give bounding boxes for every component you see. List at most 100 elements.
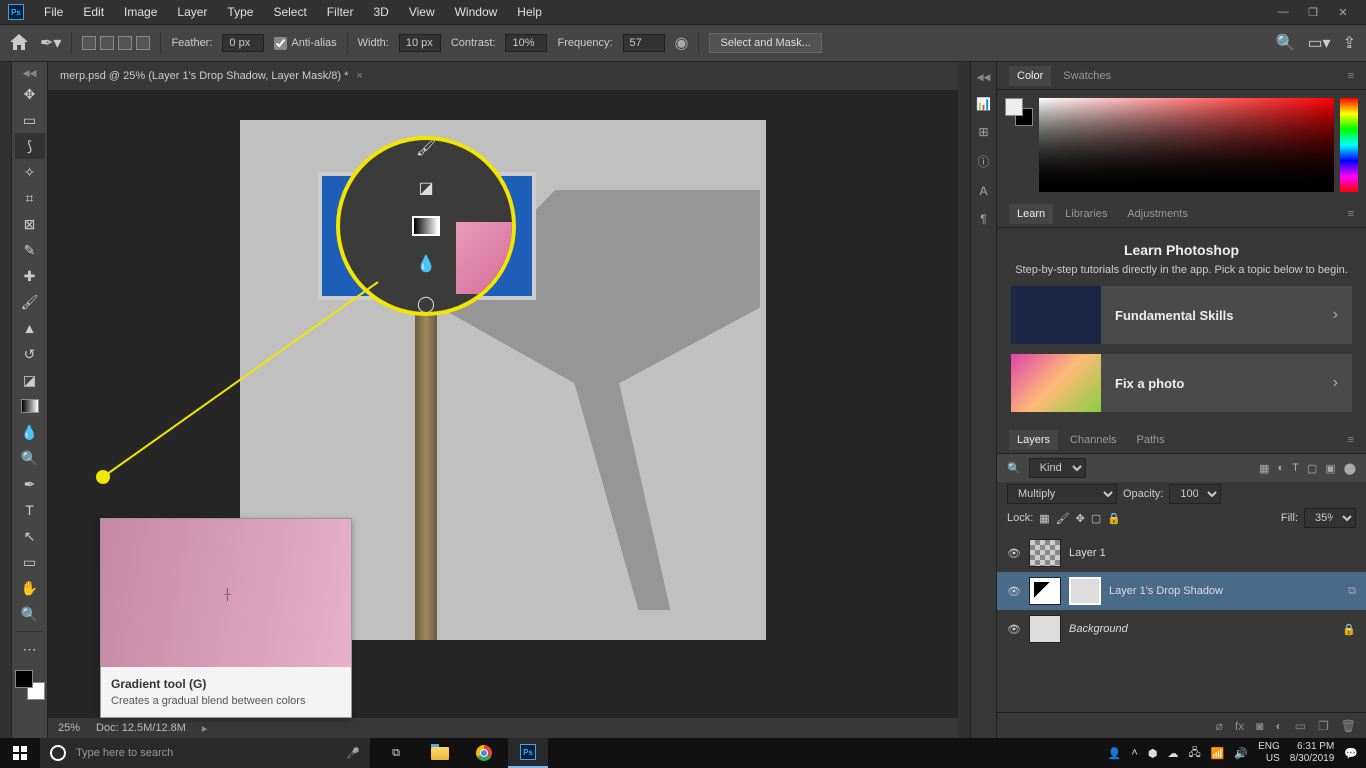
contrast-input[interactable]	[505, 34, 547, 52]
menu-edit[interactable]: Edit	[75, 3, 112, 21]
lock-pixels-icon[interactable]: 🖌	[1056, 512, 1070, 525]
canvas-area[interactable]: 🖌 ◪ 💧 ◯ -¦- Gradient tool (G) Creates a …	[48, 90, 958, 718]
filter-toggle-icon[interactable]: ⬤	[1344, 462, 1356, 475]
move-tool[interactable]: ✥	[15, 81, 45, 107]
tab-paths[interactable]: Paths	[1129, 430, 1173, 450]
window-minimize-button[interactable]: —	[1276, 5, 1290, 19]
group-icon[interactable]: ▭	[1295, 719, 1306, 733]
selection-subtract-icon[interactable]	[118, 36, 132, 50]
window-close-button[interactable]: ✕	[1336, 5, 1350, 19]
learn-item-fix-photo[interactable]: Fix a photo ›	[1011, 354, 1352, 412]
taskbar-search[interactable]: Type here to search 🎤	[40, 738, 370, 768]
tool-preset-icon[interactable]: ✒▾	[40, 33, 61, 53]
path-selection-tool[interactable]: ↖	[15, 523, 45, 549]
feather-input[interactable]	[222, 34, 264, 52]
selection-new-icon[interactable]	[82, 36, 96, 50]
layer-item[interactable]: 👁 Background 🔒	[997, 610, 1366, 648]
tray-app-icon[interactable]: ⬢	[1148, 747, 1158, 760]
zoom-level[interactable]: 25%	[58, 722, 80, 734]
filter-adjust-icon[interactable]: ◐	[1277, 462, 1284, 475]
magic-wand-tool[interactable]: ✧	[15, 159, 45, 185]
histogram-icon[interactable]: 📊	[976, 97, 991, 111]
doc-size[interactable]: Doc: 12.5M/12.8M	[96, 722, 186, 734]
dodge-tool[interactable]: 🔍	[15, 445, 45, 471]
pen-pressure-icon[interactable]: ◉	[675, 33, 689, 53]
brush-tool[interactable]: 🖌	[15, 289, 45, 315]
healing-brush-tool[interactable]: ✚	[15, 263, 45, 289]
frequency-input[interactable]	[623, 34, 665, 52]
menu-layer[interactable]: Layer	[169, 3, 215, 21]
eraser-tool[interactable]: ◪	[15, 367, 45, 393]
tab-adjustments[interactable]: Adjustments	[1119, 204, 1196, 224]
filter-pixel-icon[interactable]: ▦	[1259, 462, 1269, 475]
menu-type[interactable]: Type	[219, 3, 261, 21]
paragraph-icon[interactable]: ¶	[980, 212, 986, 226]
visibility-icon[interactable]: 👁	[1007, 585, 1021, 598]
file-explorer-button[interactable]	[420, 738, 460, 768]
link-icon[interactable]: ⧉	[1348, 585, 1356, 598]
selection-intersect-icon[interactable]	[136, 36, 150, 50]
blend-mode-select[interactable]: Multiply	[1007, 484, 1117, 504]
menu-image[interactable]: Image	[116, 3, 165, 21]
lasso-tool[interactable]: ⟆	[15, 133, 45, 159]
select-and-mask-button[interactable]: Select and Mask...	[709, 33, 822, 53]
filter-shape-icon[interactable]: ▢	[1307, 462, 1317, 475]
window-restore-button[interactable]: ❐	[1306, 5, 1320, 19]
gradient-tool[interactable]	[15, 393, 45, 419]
eyedropper-tool[interactable]: ✎	[15, 237, 45, 263]
opacity-select[interactable]: 100%	[1169, 484, 1221, 504]
selection-add-icon[interactable]	[100, 36, 114, 50]
antialias-checkbox[interactable]: Anti-alias	[274, 37, 336, 50]
tray-clock[interactable]: 6:31 PM 8/30/2019	[1290, 741, 1335, 765]
wifi-icon[interactable]: 📶	[1211, 747, 1225, 760]
panel-menu-icon[interactable]: ≡	[1348, 70, 1354, 82]
layer-item[interactable]: 👁 Layer 1's Drop Shadow ⧉	[997, 572, 1366, 610]
tab-layers[interactable]: Layers	[1009, 430, 1058, 450]
tab-color[interactable]: Color	[1009, 66, 1051, 86]
status-menu-icon[interactable]: ▸	[202, 722, 208, 735]
photoshop-button[interactable]: Ps	[508, 738, 548, 768]
close-tab-icon[interactable]: ×	[356, 70, 362, 82]
action-center-icon[interactable]: 💬	[1344, 747, 1358, 760]
layer-filter-select[interactable]: Kind	[1029, 458, 1086, 478]
menu-select[interactable]: Select	[265, 3, 314, 21]
tab-swatches[interactable]: Swatches	[1055, 66, 1119, 86]
tab-libraries[interactable]: Libraries	[1057, 204, 1115, 224]
menu-help[interactable]: Help	[509, 3, 550, 21]
adjustment-icon[interactable]: ◐	[1275, 719, 1282, 733]
filter-type-icon[interactable]: T	[1292, 462, 1299, 475]
menu-file[interactable]: File	[36, 3, 71, 21]
rectangle-tool[interactable]: ▭	[15, 549, 45, 575]
visibility-icon[interactable]: 👁	[1007, 623, 1021, 636]
lock-transparent-icon[interactable]: ▦	[1039, 512, 1049, 525]
panel-menu-icon[interactable]: ≡	[1348, 434, 1354, 446]
search-icon[interactable]: 🔍	[1276, 33, 1296, 53]
color-swatches[interactable]	[15, 670, 45, 700]
layer-item[interactable]: 👁 Layer 1	[997, 534, 1366, 572]
workspace-icon[interactable]: ▭▾	[1307, 33, 1330, 53]
fx-icon[interactable]: fx	[1235, 719, 1244, 733]
onedrive-icon[interactable]: ☁	[1167, 747, 1178, 760]
delete-icon[interactable]: 🗑	[1341, 719, 1356, 733]
marquee-tool[interactable]: ▭	[15, 107, 45, 133]
mic-icon[interactable]: 🎤	[346, 747, 360, 760]
type-tool[interactable]: T	[15, 497, 45, 523]
chrome-button[interactable]	[464, 738, 504, 768]
lock-position-icon[interactable]: ✥	[1076, 512, 1085, 525]
character-icon[interactable]: A	[979, 184, 987, 198]
menu-filter[interactable]: Filter	[319, 3, 362, 21]
navigator-icon[interactable]: ⊞	[978, 125, 988, 139]
menu-3d[interactable]: 3D	[365, 3, 396, 21]
menu-window[interactable]: Window	[447, 3, 506, 21]
people-icon[interactable]: 👤	[1108, 747, 1122, 760]
document-tab[interactable]: merp.psd @ 25% (Layer 1's Drop Shadow, L…	[60, 70, 348, 82]
lock-artboard-icon[interactable]: ▢	[1091, 512, 1101, 525]
volume-icon[interactable]: 🔊	[1234, 747, 1248, 760]
tab-learn[interactable]: Learn	[1009, 204, 1053, 224]
tray-lang[interactable]: ENG	[1258, 741, 1280, 752]
edit-toolbar[interactable]: ⋯	[15, 636, 45, 662]
task-view-button[interactable]: ⧉	[376, 738, 416, 768]
new-layer-icon[interactable]: ❐	[1318, 719, 1329, 733]
blur-tool[interactable]: 💧	[15, 419, 45, 445]
zoom-tool[interactable]: 🔍	[15, 601, 45, 627]
